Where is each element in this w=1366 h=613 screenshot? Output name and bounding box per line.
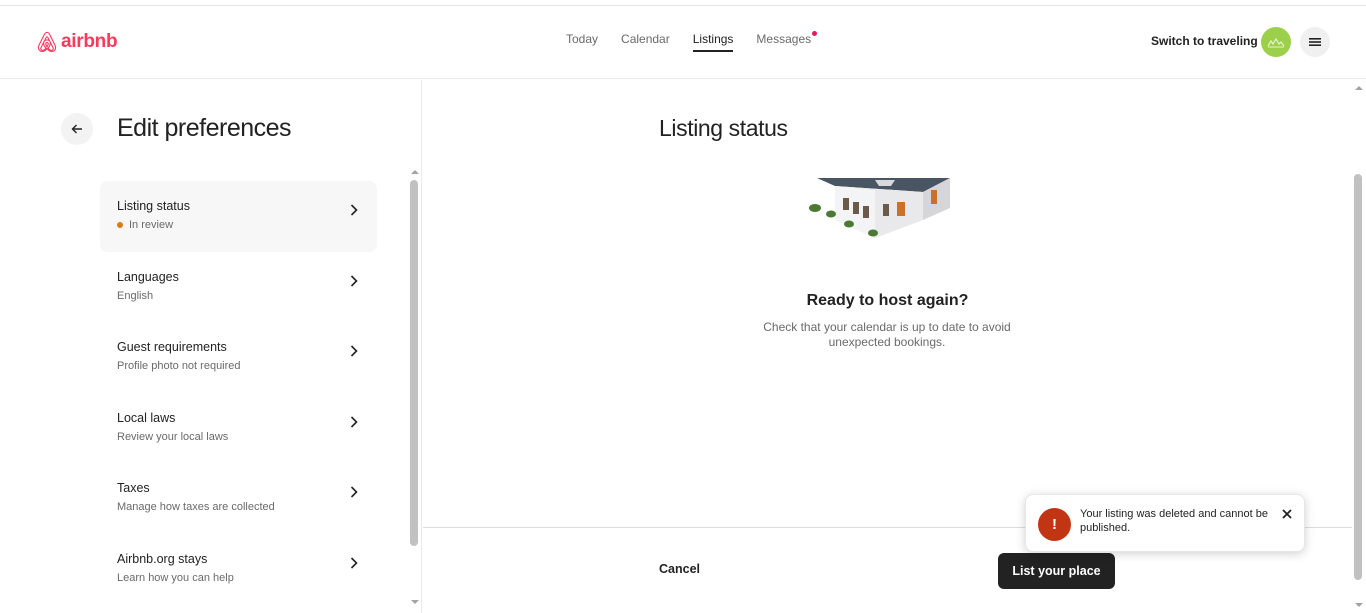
preferences-sidebar: Edit preferences Listing status In revie…	[0, 80, 422, 613]
pref-item-title: Airbnb.org stays	[117, 551, 208, 566]
pref-item-subtitle-text: In review	[129, 219, 174, 231]
airbnb-logo-icon	[37, 31, 57, 53]
airbnb-logo[interactable]: airbnb	[36, 28, 118, 56]
nav-listings[interactable]: Listings	[692, 32, 733, 52]
scroll-up-arrow-icon[interactable]	[1354, 84, 1364, 92]
chevron-right-icon	[350, 486, 358, 498]
chevron-right-icon	[350, 415, 358, 428]
chevron-right-icon	[350, 345, 358, 357]
main-menu-button[interactable]	[1300, 27, 1330, 57]
status-dot	[117, 222, 123, 228]
pref-item-listing-status[interactable]: Listing status In review	[100, 181, 377, 252]
error-icon: !	[1038, 508, 1071, 541]
arrow-left-icon	[71, 124, 82, 134]
pref-item-guest-requirements[interactable]: Guest requirements Profile photo not req…	[100, 322, 377, 393]
sidebar-scroll-thumb[interactable]	[410, 180, 418, 546]
scroll-down-arrow-icon[interactable]	[1354, 601, 1364, 609]
preferences-list: Listing status In review Languages Engli…	[100, 181, 377, 604]
pref-item-subtitle: Learn how you can help	[117, 571, 234, 584]
close-icon[interactable]	[1280, 507, 1294, 521]
scroll-up-arrow-icon[interactable]	[410, 168, 420, 176]
page-scroll-thumb[interactable]	[1354, 174, 1362, 580]
pref-item-title: Languages	[117, 269, 179, 284]
pref-item-local-laws[interactable]: Local laws Review your local laws	[100, 393, 377, 464]
pref-item-subtitle: Manage how taxes are collected	[117, 501, 275, 513]
main-nav: Today Calendar Listings Messages	[566, 31, 834, 52]
pref-item-languages[interactable]: Languages English	[100, 252, 377, 323]
pref-item-title: Listing status	[117, 199, 190, 213]
sidebar-title: Edit preferences	[117, 114, 292, 142]
ready-to-host-text: Check that your calendar is up to date t…	[763, 320, 1011, 349]
brand-name: airbnb	[61, 31, 118, 52]
pref-item-taxes[interactable]: Taxes Manage how taxes are collected	[100, 463, 377, 534]
toast-message: Your listing was deleted and cannot be p…	[1080, 508, 1268, 534]
chevron-right-icon	[350, 204, 358, 216]
pref-item-airbnb-org-stays[interactable]: Airbnb.org stays Learn how you can help	[100, 534, 377, 605]
nav-today[interactable]: Today	[566, 32, 598, 52]
switch-to-traveling-link[interactable]: Switch to traveling	[1151, 34, 1258, 48]
cancel-button[interactable]: Cancel	[659, 562, 700, 576]
nav-calendar[interactable]: Calendar	[621, 32, 670, 52]
nav-messages[interactable]: Messages	[756, 31, 818, 52]
ready-to-host-heading: Ready to host again?	[806, 292, 969, 309]
house-illustration	[809, 178, 950, 238]
nav-messages-label: Messages	[756, 32, 812, 46]
scroll-down-arrow-icon[interactable]	[410, 598, 420, 606]
pref-item-title: Taxes	[117, 481, 150, 495]
back-button[interactable]	[61, 113, 93, 145]
error-toast: ! Your listing was deleted and cannot be…	[1025, 494, 1305, 552]
chevron-right-icon	[350, 274, 358, 287]
chevron-right-icon	[350, 556, 358, 569]
page-scrollbar[interactable]	[1352, 80, 1366, 613]
pref-item-title: Guest requirements	[117, 340, 227, 354]
page-title: Listing status	[659, 115, 788, 141]
hamburger-icon	[1309, 38, 1321, 46]
notification-dot	[812, 31, 818, 36]
list-your-place-button[interactable]: List your place	[998, 553, 1115, 589]
top-header: airbnb Today Calendar Listings Messages …	[0, 6, 1366, 79]
avatar[interactable]	[1261, 27, 1291, 57]
pref-item-subtitle: Profile photo not required	[117, 360, 241, 372]
avatar-image-icon	[1267, 37, 1285, 48]
pref-item-subtitle: In review	[117, 219, 377, 231]
sidebar-scrollbar[interactable]	[408, 168, 422, 608]
pref-item-title: Local laws	[117, 410, 176, 425]
pref-item-subtitle: Review your local laws	[117, 430, 229, 443]
pref-item-subtitle: English	[117, 289, 154, 302]
